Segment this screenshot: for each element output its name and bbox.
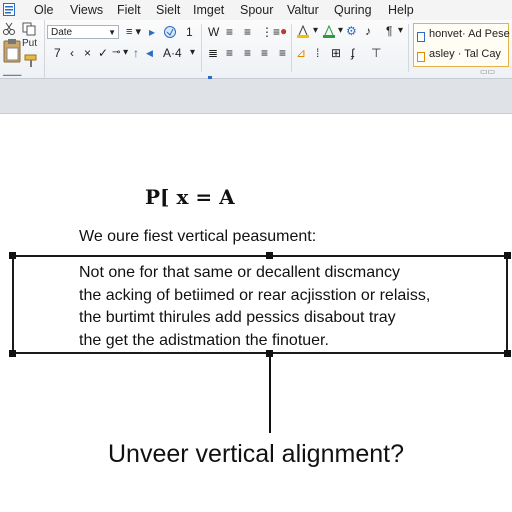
font-size-menu-icon[interactable]: ≡ ▾: [126, 25, 141, 39]
line-number-value: 7: [54, 46, 61, 60]
dots-icon[interactable]: ⁞: [316, 46, 319, 60]
paragraph-line: Not one for that same or decallent discm…: [79, 264, 401, 281]
font-name-combo[interactable]: Date ▼: [47, 25, 119, 39]
pin-icon[interactable]: ⊤: [371, 46, 381, 60]
resize-handle[interactable]: [9, 252, 16, 259]
resize-handle[interactable]: [9, 350, 16, 357]
font-name-value: Date: [51, 27, 73, 38]
paste-icon[interactable]: [3, 38, 21, 64]
menu-item-spour[interactable]: Spour: [240, 3, 273, 17]
indent-icon[interactable]: ≡: [244, 46, 251, 60]
menu-item-valtur[interactable]: Valtur: [287, 3, 319, 17]
justify-icon[interactable]: ≡: [279, 46, 286, 60]
align-center-icon[interactable]: ≡: [226, 25, 233, 39]
subscript-icon[interactable]: ↑: [133, 46, 139, 60]
styles-gallery[interactable]: honvet· Ad Pese asley · Tal Cay: [413, 23, 510, 67]
menu-item-help[interactable]: Help: [388, 3, 414, 17]
close-icon[interactable]: ×: [84, 46, 91, 60]
style-preview-icon: [417, 49, 425, 62]
menu-item-view[interactable]: Views: [70, 3, 103, 17]
outdent-icon[interactable]: ≡: [261, 46, 268, 60]
paragraph-line: the get the adistmation the finotuer.: [79, 331, 329, 349]
pin-icon[interactable]: ●: [280, 24, 287, 38]
font-color-icon[interactable]: [322, 24, 336, 41]
menu-item-field[interactable]: Fielt: [117, 3, 141, 17]
font-grow-shrink[interactable]: A·4: [163, 46, 182, 60]
format-painter-icon[interactable]: [24, 54, 38, 68]
font-size-value[interactable]: 1: [186, 25, 193, 39]
numbering-icon[interactable]: ≡: [226, 46, 233, 60]
align-right-icon[interactable]: ≡: [244, 25, 251, 39]
font-dropdown-icon[interactable]: ▾: [190, 46, 195, 60]
text-effects-icon[interactable]: ⊸ ▾: [112, 46, 128, 60]
ruler-band: [0, 79, 512, 114]
menu-item-select[interactable]: Sielt: [156, 3, 180, 17]
style-item[interactable]: honvet· Ad Pese: [429, 28, 510, 40]
formula: P[ x = A: [145, 185, 235, 209]
clear-format-icon[interactable]: [163, 25, 177, 39]
menu-item-insert[interactable]: Imget: [193, 3, 224, 17]
resize-handle[interactable]: [504, 252, 511, 259]
menu-item-file[interactable]: Ole: [34, 3, 53, 17]
resize-handle[interactable]: [504, 350, 511, 357]
caption-question: Unveer vertical alignment?: [108, 440, 404, 468]
bullets-icon[interactable]: ≣: [208, 46, 218, 60]
highlight-icon[interactable]: [296, 24, 310, 41]
highlight-dropdown-icon[interactable]: ▾: [313, 24, 318, 38]
spacing-icon[interactable]: ◀: [146, 46, 153, 60]
shapes-icon[interactable]: ⊿: [296, 46, 306, 60]
pilcrow-icon[interactable]: ¶: [386, 24, 392, 38]
paragraph-line: the acking of betiimed or rear acjisstio…: [79, 286, 431, 304]
group-divider: [291, 24, 292, 72]
function-icon[interactable]: ʄ: [351, 46, 354, 60]
connector-line: [269, 355, 271, 433]
group-expander-icon[interactable]: ▭▭: [480, 67, 495, 76]
style-item[interactable]: asley · Tal Cay: [429, 48, 501, 60]
superscript-icon[interactable]: ‹: [70, 46, 74, 60]
menu-bar: Ole Views Fielt Sielt Imget Spour Valtur…: [0, 0, 512, 20]
strikethrough-icon[interactable]: ✓: [98, 46, 108, 60]
music-note-icon[interactable]: ♪: [365, 24, 371, 38]
style-preview-icon: [417, 29, 425, 42]
paragraph-group-marker: [208, 66, 268, 79]
word-art-icon[interactable]: W: [208, 25, 219, 39]
app-icon[interactable]: [3, 3, 15, 19]
intro-text: We oure fiest vertical peasument:: [79, 228, 317, 245]
paste-label: Put: [22, 38, 38, 49]
group-divider: [408, 24, 409, 72]
text-box-paragraph[interactable]: Not one for that same or decallent discm…: [79, 262, 430, 352]
font-color-dropdown-icon[interactable]: ▾: [338, 24, 343, 38]
copy-icon[interactable]: [22, 22, 36, 36]
group-divider: [201, 24, 202, 72]
paragraph-line: the burtimt thirules add pessics disabou…: [79, 309, 396, 326]
border-icon[interactable]: ⊞: [331, 46, 341, 60]
gear-icon[interactable]: ⚙: [346, 24, 357, 38]
group-label-clipboard: ▁▁▁: [3, 67, 22, 76]
ribbon: Put Date ▼ ≡ ▾ ▸ 1 7 ‹ × ✓ ⊸ ▾ ↑ ◀ A·4 ▾…: [0, 20, 512, 79]
menu-item-quring[interactable]: Quring: [334, 3, 372, 17]
list-icon[interactable]: ⋮≡: [261, 25, 280, 39]
pilcrow-dropdown-icon[interactable]: ▾: [398, 24, 403, 38]
cut-icon[interactable]: [2, 22, 16, 36]
grow-font-icon[interactable]: ▸: [149, 25, 155, 39]
chevron-down-icon[interactable]: ▼: [108, 26, 116, 40]
resize-handle[interactable]: [266, 252, 273, 259]
